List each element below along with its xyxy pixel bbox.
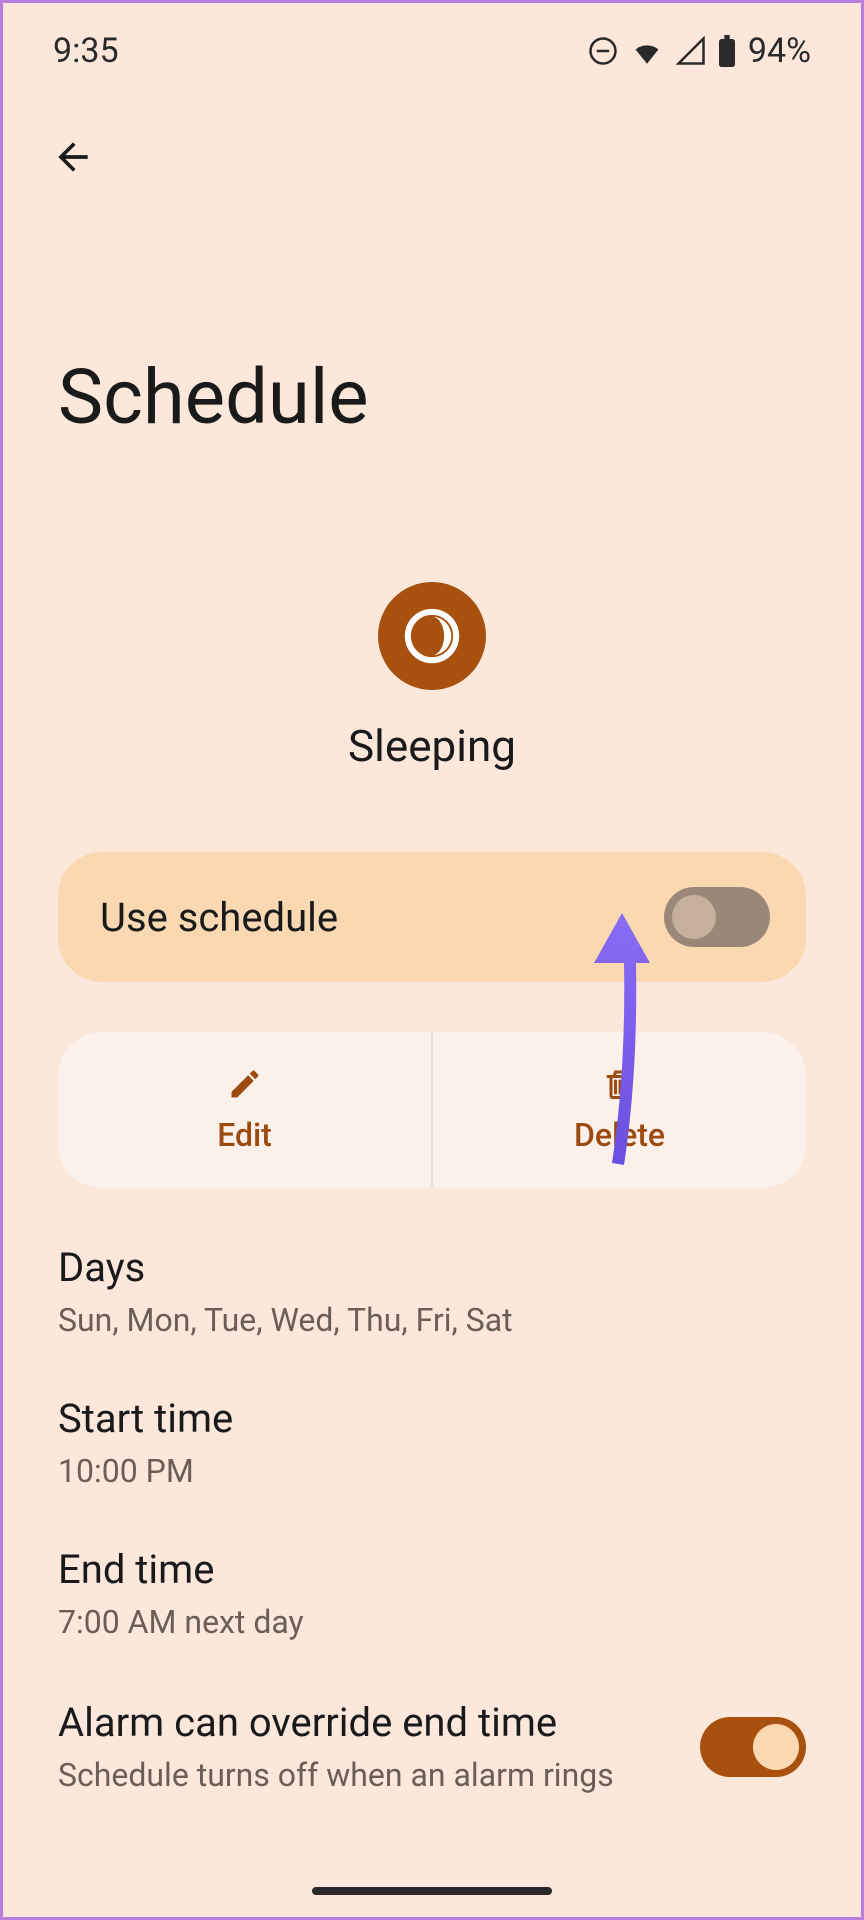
- back-button[interactable]: [43, 127, 103, 187]
- days-value: Sun, Mon, Tue, Wed, Thu, Fri, Sat: [58, 1301, 806, 1339]
- edit-label: Edit: [217, 1116, 272, 1154]
- end-time-title: End time: [58, 1546, 806, 1593]
- end-time-value: 7:00 AM next day: [58, 1603, 806, 1641]
- battery-percent: 94%: [748, 31, 811, 71]
- nav-bar[interactable]: [312, 1887, 552, 1895]
- alarm-text: Alarm can override end time Schedule tur…: [58, 1699, 700, 1794]
- days-setting[interactable]: Days Sun, Mon, Tue, Wed, Thu, Fri, Sat: [58, 1244, 806, 1339]
- page-title: Schedule: [58, 352, 861, 442]
- back-arrow-icon: [51, 135, 95, 179]
- toggle-thumb: [753, 1724, 799, 1770]
- action-row: Edit Delete: [58, 1032, 806, 1188]
- use-schedule-toggle[interactable]: [664, 887, 770, 947]
- mode-label: Sleeping: [348, 720, 516, 772]
- use-schedule-label: Use schedule: [100, 894, 338, 941]
- alarm-title: Alarm can override end time: [58, 1699, 700, 1746]
- status-icons: 94%: [588, 31, 811, 71]
- start-time-title: Start time: [58, 1395, 806, 1442]
- battery-icon: [718, 35, 736, 67]
- edit-button[interactable]: Edit: [58, 1032, 431, 1188]
- signal-icon: [676, 36, 706, 66]
- status-time: 9:35: [53, 31, 119, 71]
- annotation-arrow: [594, 913, 674, 1173]
- status-bar: 9:35 94%: [3, 3, 861, 87]
- start-time-setting[interactable]: Start time 10:00 PM: [58, 1395, 806, 1490]
- use-schedule-card[interactable]: Use schedule: [58, 852, 806, 982]
- end-time-setting[interactable]: End time 7:00 AM next day: [58, 1546, 806, 1641]
- wifi-icon: [630, 34, 664, 68]
- alarm-toggle[interactable]: [700, 1717, 806, 1777]
- dnd-icon: [588, 36, 618, 66]
- mode-section: Sleeping: [3, 582, 861, 772]
- alarm-subtitle: Schedule turns off when an alarm rings: [58, 1756, 700, 1794]
- pencil-icon: [227, 1066, 263, 1102]
- alarm-override-setting[interactable]: Alarm can override end time Schedule tur…: [58, 1699, 806, 1794]
- start-time-value: 10:00 PM: [58, 1452, 806, 1490]
- mode-icon-circle: [378, 582, 486, 690]
- moon-icon: [403, 607, 461, 665]
- days-title: Days: [58, 1244, 806, 1291]
- toggle-thumb: [672, 895, 716, 939]
